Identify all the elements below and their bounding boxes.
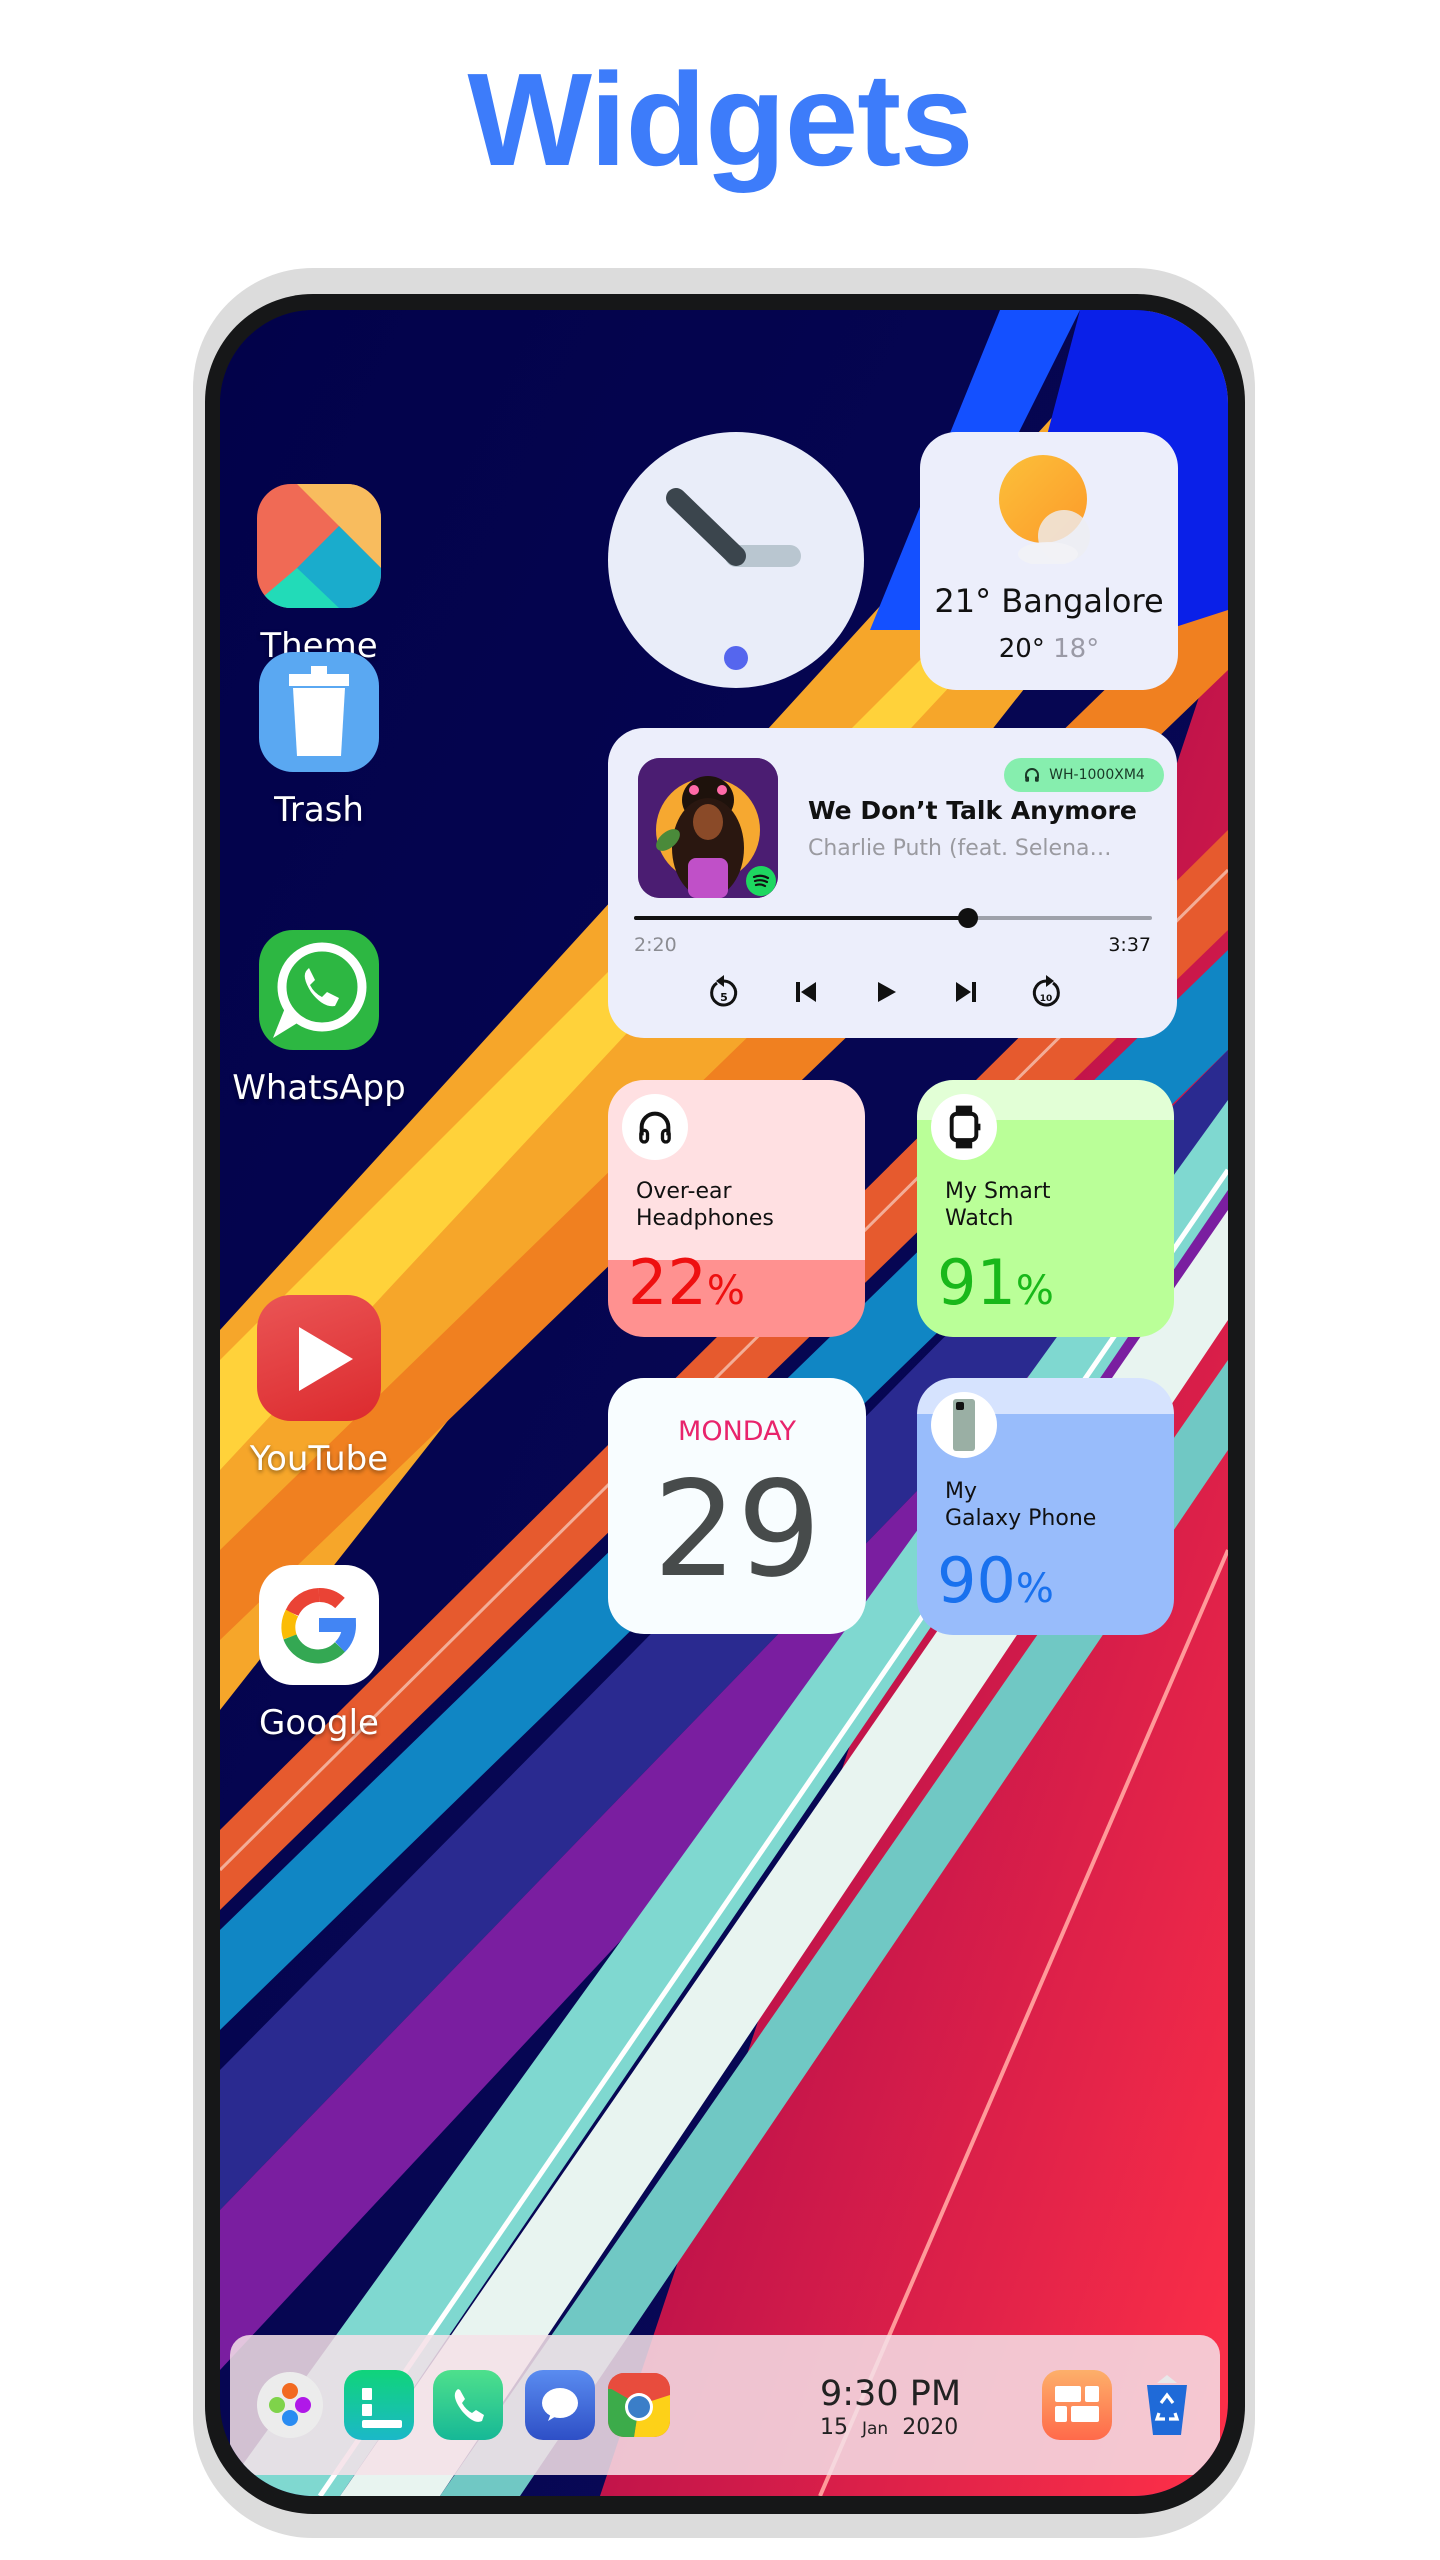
device-name: WH-1000XM4 bbox=[1049, 767, 1145, 783]
chrome-icon bbox=[608, 2373, 670, 2437]
weather-high-low: 20° 18° bbox=[998, 634, 1100, 664]
song-artist: Charlie Puth (feat. Selena… bbox=[808, 836, 1112, 861]
app-google[interactable]: Google bbox=[220, 1565, 419, 1743]
clock-widget[interactable] bbox=[608, 432, 864, 688]
seek-bar[interactable] bbox=[634, 908, 1152, 928]
youtube-icon bbox=[257, 1295, 381, 1421]
page-title: Widgets bbox=[467, 46, 973, 193]
battery-percent: 91% bbox=[937, 1246, 1054, 1319]
battery-widget-watch[interactable]: My Smart Watch 91% bbox=[917, 1080, 1174, 1337]
app-whatsapp[interactable]: WhatsApp bbox=[220, 930, 419, 1108]
dock-app-recycle-bin[interactable] bbox=[1132, 2370, 1202, 2440]
app-label: Trash bbox=[274, 790, 364, 830]
total-time: 3:37 bbox=[1108, 934, 1151, 956]
forward-10-button[interactable]: 10 bbox=[1026, 970, 1066, 1014]
app-label: Google bbox=[259, 1703, 379, 1743]
analog-clock-icon bbox=[666, 488, 801, 670]
rewind-5-button[interactable]: 5 bbox=[704, 970, 744, 1014]
skip-next-icon bbox=[956, 982, 976, 1002]
dock-app-tiles[interactable] bbox=[1042, 2370, 1112, 2440]
battery-percent: 22% bbox=[628, 1246, 745, 1319]
dock-app-widgets-list[interactable] bbox=[344, 2370, 414, 2440]
playback-controls: 5 10 bbox=[608, 970, 1177, 1014]
music-player-widget: WH-1000XM4 We Don’t Talk Anymore Charlie… bbox=[608, 728, 1177, 1038]
dock-clock-date: 15 Jan 2020 bbox=[820, 2415, 959, 2440]
device-name: Over-ear Headphones bbox=[636, 1179, 774, 1231]
svg-text:10: 10 bbox=[1040, 994, 1053, 1004]
app-youtube[interactable]: YouTube bbox=[220, 1295, 419, 1479]
seek-progress bbox=[634, 916, 969, 920]
device-name: My Galaxy Phone bbox=[945, 1479, 1097, 1531]
spotify-icon bbox=[746, 866, 776, 896]
phone-icon bbox=[953, 1399, 975, 1451]
phone-call-icon bbox=[454, 2389, 484, 2422]
app-theme[interactable]: Theme bbox=[220, 484, 419, 666]
headphones-icon bbox=[1025, 768, 1040, 782]
calendar-weekday: MONDAY bbox=[678, 1416, 796, 1447]
output-device-badge[interactable]: WH-1000XM4 bbox=[1004, 758, 1164, 792]
headphones-icon bbox=[639, 1111, 671, 1144]
dock-app-launcher[interactable] bbox=[257, 2372, 323, 2438]
previous-button[interactable] bbox=[786, 970, 826, 1014]
album-art[interactable] bbox=[638, 758, 778, 898]
dock: 9:30 PM 15 Jan 2020 bbox=[230, 2335, 1220, 2475]
dock-app-phone[interactable] bbox=[433, 2370, 503, 2440]
app-label: YouTube bbox=[249, 1439, 389, 1479]
current-time: 2:20 bbox=[634, 934, 677, 956]
theme-icon bbox=[257, 484, 381, 608]
calendar-day: 29 bbox=[653, 1453, 821, 1607]
recycle-bin-icon bbox=[1147, 2375, 1187, 2435]
tiles-icon bbox=[1055, 2386, 1099, 2422]
device-name: My Smart Watch bbox=[945, 1179, 1051, 1231]
chat-bubble-icon bbox=[542, 2388, 578, 2421]
dots-launcher-icon bbox=[269, 2383, 311, 2426]
dock-app-messages[interactable] bbox=[525, 2370, 595, 2440]
phone-screen: Theme Trash WhatsApp YouTube Google 21° … bbox=[220, 310, 1228, 2496]
skip-previous-icon bbox=[796, 982, 816, 1002]
replay-5-icon: 5 bbox=[710, 975, 738, 1007]
list-icon bbox=[362, 2388, 402, 2428]
weather-location: 21° Bangalore bbox=[934, 582, 1164, 620]
weather-widget[interactable]: 21° Bangalore 20° 18° bbox=[920, 432, 1178, 690]
play-icon bbox=[878, 982, 896, 1002]
dock-clock-time: 9:30 PM bbox=[820, 2374, 962, 2414]
smartwatch-icon bbox=[949, 1105, 981, 1149]
song-title: We Don’t Talk Anymore bbox=[808, 796, 1137, 825]
app-label: WhatsApp bbox=[232, 1068, 406, 1108]
app-trash[interactable]: Trash bbox=[220, 652, 419, 830]
next-button[interactable] bbox=[946, 970, 986, 1014]
battery-percent: 90% bbox=[937, 1544, 1054, 1617]
trash-icon bbox=[259, 652, 379, 772]
google-icon bbox=[259, 1565, 379, 1685]
svg-text:5: 5 bbox=[720, 991, 728, 1004]
play-button[interactable] bbox=[866, 970, 906, 1014]
seek-handle[interactable] bbox=[958, 908, 979, 928]
dock-app-chrome[interactable] bbox=[608, 2373, 670, 2437]
battery-widget-headphones[interactable]: Over-ear Headphones 22% bbox=[608, 1080, 865, 1337]
battery-widget-phone[interactable]: My Galaxy Phone 90% bbox=[917, 1378, 1174, 1635]
calendar-widget[interactable]: MONDAY 29 bbox=[608, 1378, 866, 1634]
forward-10-icon: 10 bbox=[1032, 975, 1060, 1007]
whatsapp-icon bbox=[259, 930, 379, 1050]
sun-cloud-icon bbox=[999, 455, 1090, 564]
